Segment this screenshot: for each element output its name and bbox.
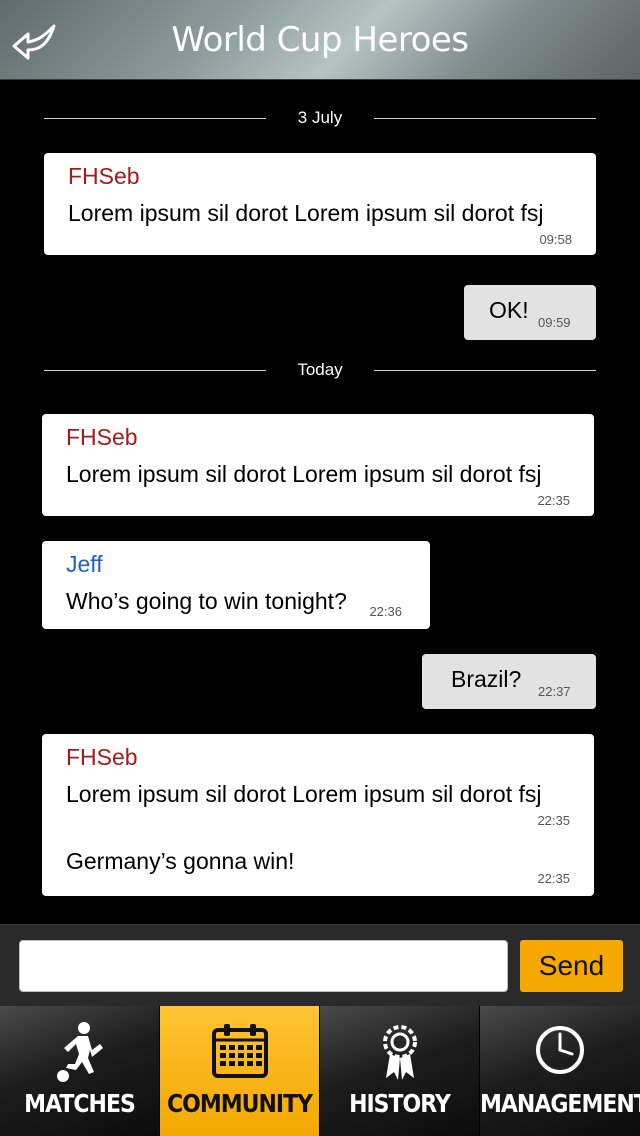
award-ribbon-icon	[382, 1025, 417, 1080]
message-text: Lorem ipsum sil dorot Lorem ipsum sil do…	[66, 461, 542, 487]
message-author: Jeff	[66, 551, 103, 577]
message-input[interactable]	[19, 940, 508, 992]
calendar-icon	[211, 1024, 268, 1078]
tab-community[interactable]: COMMUNITY	[160, 1006, 320, 1136]
message-time: 09:59	[538, 315, 571, 330]
divider-line	[374, 370, 596, 371]
message-time: 22:35	[537, 813, 570, 828]
message-time: 22:35	[537, 493, 570, 508]
soccer-player-icon	[56, 1022, 103, 1082]
composer-bar: Send	[0, 924, 640, 1006]
tab-bar: MATCHES COMMUNITY HISTORY MANAGEMENT	[0, 1006, 640, 1136]
message-bubble[interactable]: FHSeb Lorem ipsum sil dorot Lorem ipsum …	[42, 734, 594, 896]
date-divider: 3 July	[44, 108, 596, 128]
message-text: Lorem ipsum sil dorot Lorem ipsum sil do…	[66, 781, 542, 807]
message-author: FHSeb	[66, 424, 138, 450]
message-text: Germany’s gonna win!	[66, 848, 295, 874]
my-message-bubble[interactable]: Brazil? 22:37	[422, 654, 596, 709]
message-time: 22:35	[537, 871, 570, 886]
tab-matches[interactable]: MATCHES	[0, 1006, 160, 1136]
message-text: Who’s going to win tonight?	[66, 588, 347, 614]
message-text: Lorem ipsum sil dorot Lorem ipsum sil do…	[68, 200, 544, 226]
message-author: FHSeb	[68, 163, 140, 189]
date-divider: Today	[44, 360, 596, 380]
message-author: FHSeb	[66, 744, 138, 770]
send-button[interactable]: Send	[520, 940, 623, 992]
chat-area[interactable]: 3 July FHSeb Lorem ipsum sil dorot Lorem…	[0, 80, 640, 924]
message-time: 09:58	[539, 232, 572, 247]
message-bubble[interactable]: FHSeb Lorem ipsum sil dorot Lorem ipsum …	[44, 153, 596, 255]
my-message-bubble[interactable]: OK! 09:59	[464, 285, 596, 340]
tab-label: HISTORY	[349, 1090, 451, 1119]
tab-management[interactable]: MANAGEMENT	[480, 1006, 640, 1136]
page-title: World Cup Heroes	[171, 20, 469, 60]
clock-icon	[536, 1026, 584, 1074]
message-time: 22:36	[369, 604, 402, 619]
tab-history[interactable]: HISTORY	[320, 1006, 480, 1136]
message-time: 22:37	[538, 684, 571, 699]
header-bar: World Cup Heroes	[0, 0, 640, 80]
message-bubble[interactable]: Jeff Who’s going to win tonight? 22:36	[42, 541, 430, 629]
divider-line	[374, 118, 596, 119]
message-text: Brazil?	[451, 666, 522, 692]
message-bubble[interactable]: FHSeb Lorem ipsum sil dorot Lorem ipsum …	[42, 414, 594, 516]
message-text: OK!	[489, 297, 529, 323]
tab-label: MANAGEMENT	[480, 1090, 640, 1119]
tab-label: COMMUNITY	[166, 1090, 313, 1119]
tab-label: MATCHES	[24, 1090, 136, 1119]
